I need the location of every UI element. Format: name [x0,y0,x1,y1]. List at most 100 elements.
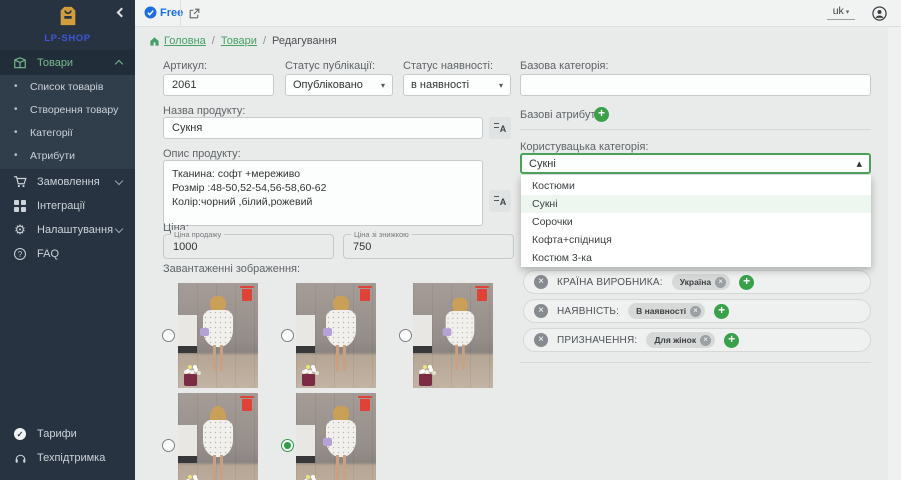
sidebar-item-product-list[interactable]: • Список товарів [0,75,135,98]
sku-input[interactable]: 2061 [163,74,274,96]
product-photo-1[interactable] [178,283,258,388]
breadcrumb-home-link[interactable]: Головна [149,35,206,47]
images-label: Завантаженні зображення: [163,263,300,275]
grid-icon [12,200,28,212]
sale-price-value: 1000 [173,241,197,253]
bullet-icon: • [14,127,24,138]
logo[interactable]: LP-SHOP [0,0,135,48]
caret-down-icon: ▾ [381,81,385,90]
attribute-row-availability: × НАЯВНІСТЬ: В наявності × + [523,299,871,323]
home-icon [149,36,160,47]
add-base-attribute-button[interactable]: + [594,107,609,122]
description-label: Опис продукту: [163,148,241,160]
sidebar-item-tariffs[interactable]: ✓ Тарифи [0,422,135,446]
base-attributes-label: Базові атрибути: [520,109,605,121]
sidebar-item-support[interactable]: Техпідтримка [0,446,135,470]
breadcrumb: Головна / Товари / Редагування [135,28,901,54]
caret-down-icon: ▾ [846,9,850,16]
product-photo-2[interactable] [296,283,376,388]
delete-image-icon[interactable] [360,399,370,411]
image-radio-4[interactable] [162,439,175,452]
sidebar-item-integrations[interactable]: Інтеграції [0,194,135,218]
breadcrumb-products-link[interactable]: Товари [221,35,257,47]
remove-chip-icon[interactable]: × [690,306,701,317]
product-name-label: Назва продукту: [163,105,245,117]
remove-attribute-icon[interactable]: × [534,333,548,347]
attribute-name: ПРИЗНАЧЕННЯ: [557,335,637,346]
product-photo-3[interactable] [413,283,493,388]
stock-status-select[interactable]: в наявності ▾ [403,74,511,96]
image-radio-2[interactable] [281,329,294,342]
sidebar-item-settings[interactable]: ⚙ Налаштування [0,218,135,242]
flowers-decor [421,369,425,373]
scrollbar-track[interactable] [888,27,901,480]
translate-description-button[interactable]: A [489,190,511,212]
external-link-icon[interactable] [188,7,201,25]
image-radio-1[interactable] [162,329,175,342]
image-radio-3[interactable] [399,329,412,342]
section-divider [520,129,871,130]
sidebar-item-label: Створення товару [30,104,118,116]
stock-status-value: в наявності [411,79,469,91]
bullet-icon: • [14,81,24,92]
translate-icon: A [494,196,507,207]
shop-bag-icon [57,5,79,27]
chip-label: В наявності [636,306,686,316]
product-photo-5[interactable] [296,393,376,480]
custom-category-label: Користувацька категорія: [520,141,648,153]
publish-status-label: Статус публікації: [285,60,375,72]
custom-category-select[interactable]: Сукні ▴ [520,153,871,174]
flowers-decor [186,369,190,373]
product-name-input[interactable]: Сукня [163,117,483,139]
breadcrumb-separator: / [212,35,215,47]
user-avatar[interactable] [872,6,887,26]
section-divider [520,362,871,363]
dropdown-option-sorochky[interactable]: Сорочки [521,213,871,231]
sidebar-item-label: Категорії [30,127,73,139]
sidebar-item-label: Техпідтримка [37,452,105,464]
publish-status-select[interactable]: Опубліковано ▾ [285,74,393,96]
box-icon [12,56,28,70]
dropdown-option-kostium3[interactable]: Костюм 3-ка [521,249,871,267]
sale-price-input[interactable]: Ціна продажу 1000 [163,234,334,259]
attribute-name: НАЯВНІСТЬ: [557,306,619,317]
image-radio-5[interactable] [281,439,294,452]
custom-category-value: Сукні [529,158,556,170]
add-attribute-value-button[interactable]: + [714,304,729,319]
remove-attribute-icon[interactable]: × [534,304,548,318]
remove-chip-icon[interactable]: × [700,335,711,346]
sidebar-item-orders[interactable]: Замовлення [0,170,135,194]
discount-price-input[interactable]: Ціна зі знижкою 750 [343,234,514,259]
plan-badge[interactable]: Free [144,6,183,19]
translate-icon: A [494,123,507,134]
caret-up-icon: ▴ [856,157,862,170]
add-attribute-value-button[interactable]: + [724,333,739,348]
dropdown-option-kofta[interactable]: Кофта+спідниця [521,231,871,249]
sidebar-item-products[interactable]: Товари [0,50,135,75]
dropdown-option-sukni[interactable]: Сукні [521,195,871,213]
sidebar-item-label: Атрибути [30,150,75,162]
delete-image-icon[interactable] [360,289,370,301]
sidebar-collapse-icon[interactable] [117,8,127,18]
delete-image-icon[interactable] [477,289,487,301]
sidebar-item-faq[interactable]: ? FAQ [0,242,135,266]
description-textarea[interactable]: Тканина: софт +мереживо Розмір :48-50,52… [163,160,483,226]
translate-name-button[interactable]: A [489,117,511,139]
base-category-input[interactable] [520,74,871,96]
sidebar-item-attributes[interactable]: • Атрибути [0,144,135,167]
remove-chip-icon[interactable]: × [715,277,726,288]
category-dropdown: Костюми Сукні Сорочки Кофта+спідниця Кос… [521,175,871,267]
flowers-decor [304,369,308,373]
question-icon: ? [12,248,28,260]
remove-attribute-icon[interactable]: × [534,275,548,289]
sidebar-submenu-products: • Список товарів • Створення товару • Ка… [0,75,135,169]
product-photo-4[interactable] [178,393,258,480]
delete-image-icon[interactable] [242,399,252,411]
add-attribute-value-button[interactable]: + [739,275,754,290]
sidebar-item-categories[interactable]: • Категорії [0,121,135,144]
delete-image-icon[interactable] [242,289,252,301]
sidebar-item-product-create[interactable]: • Створення товару [0,98,135,121]
language-selector[interactable]: uk▾ [827,5,855,20]
topbar-divider [180,0,181,26]
dropdown-option-kostiumy[interactable]: Костюми [521,177,871,195]
